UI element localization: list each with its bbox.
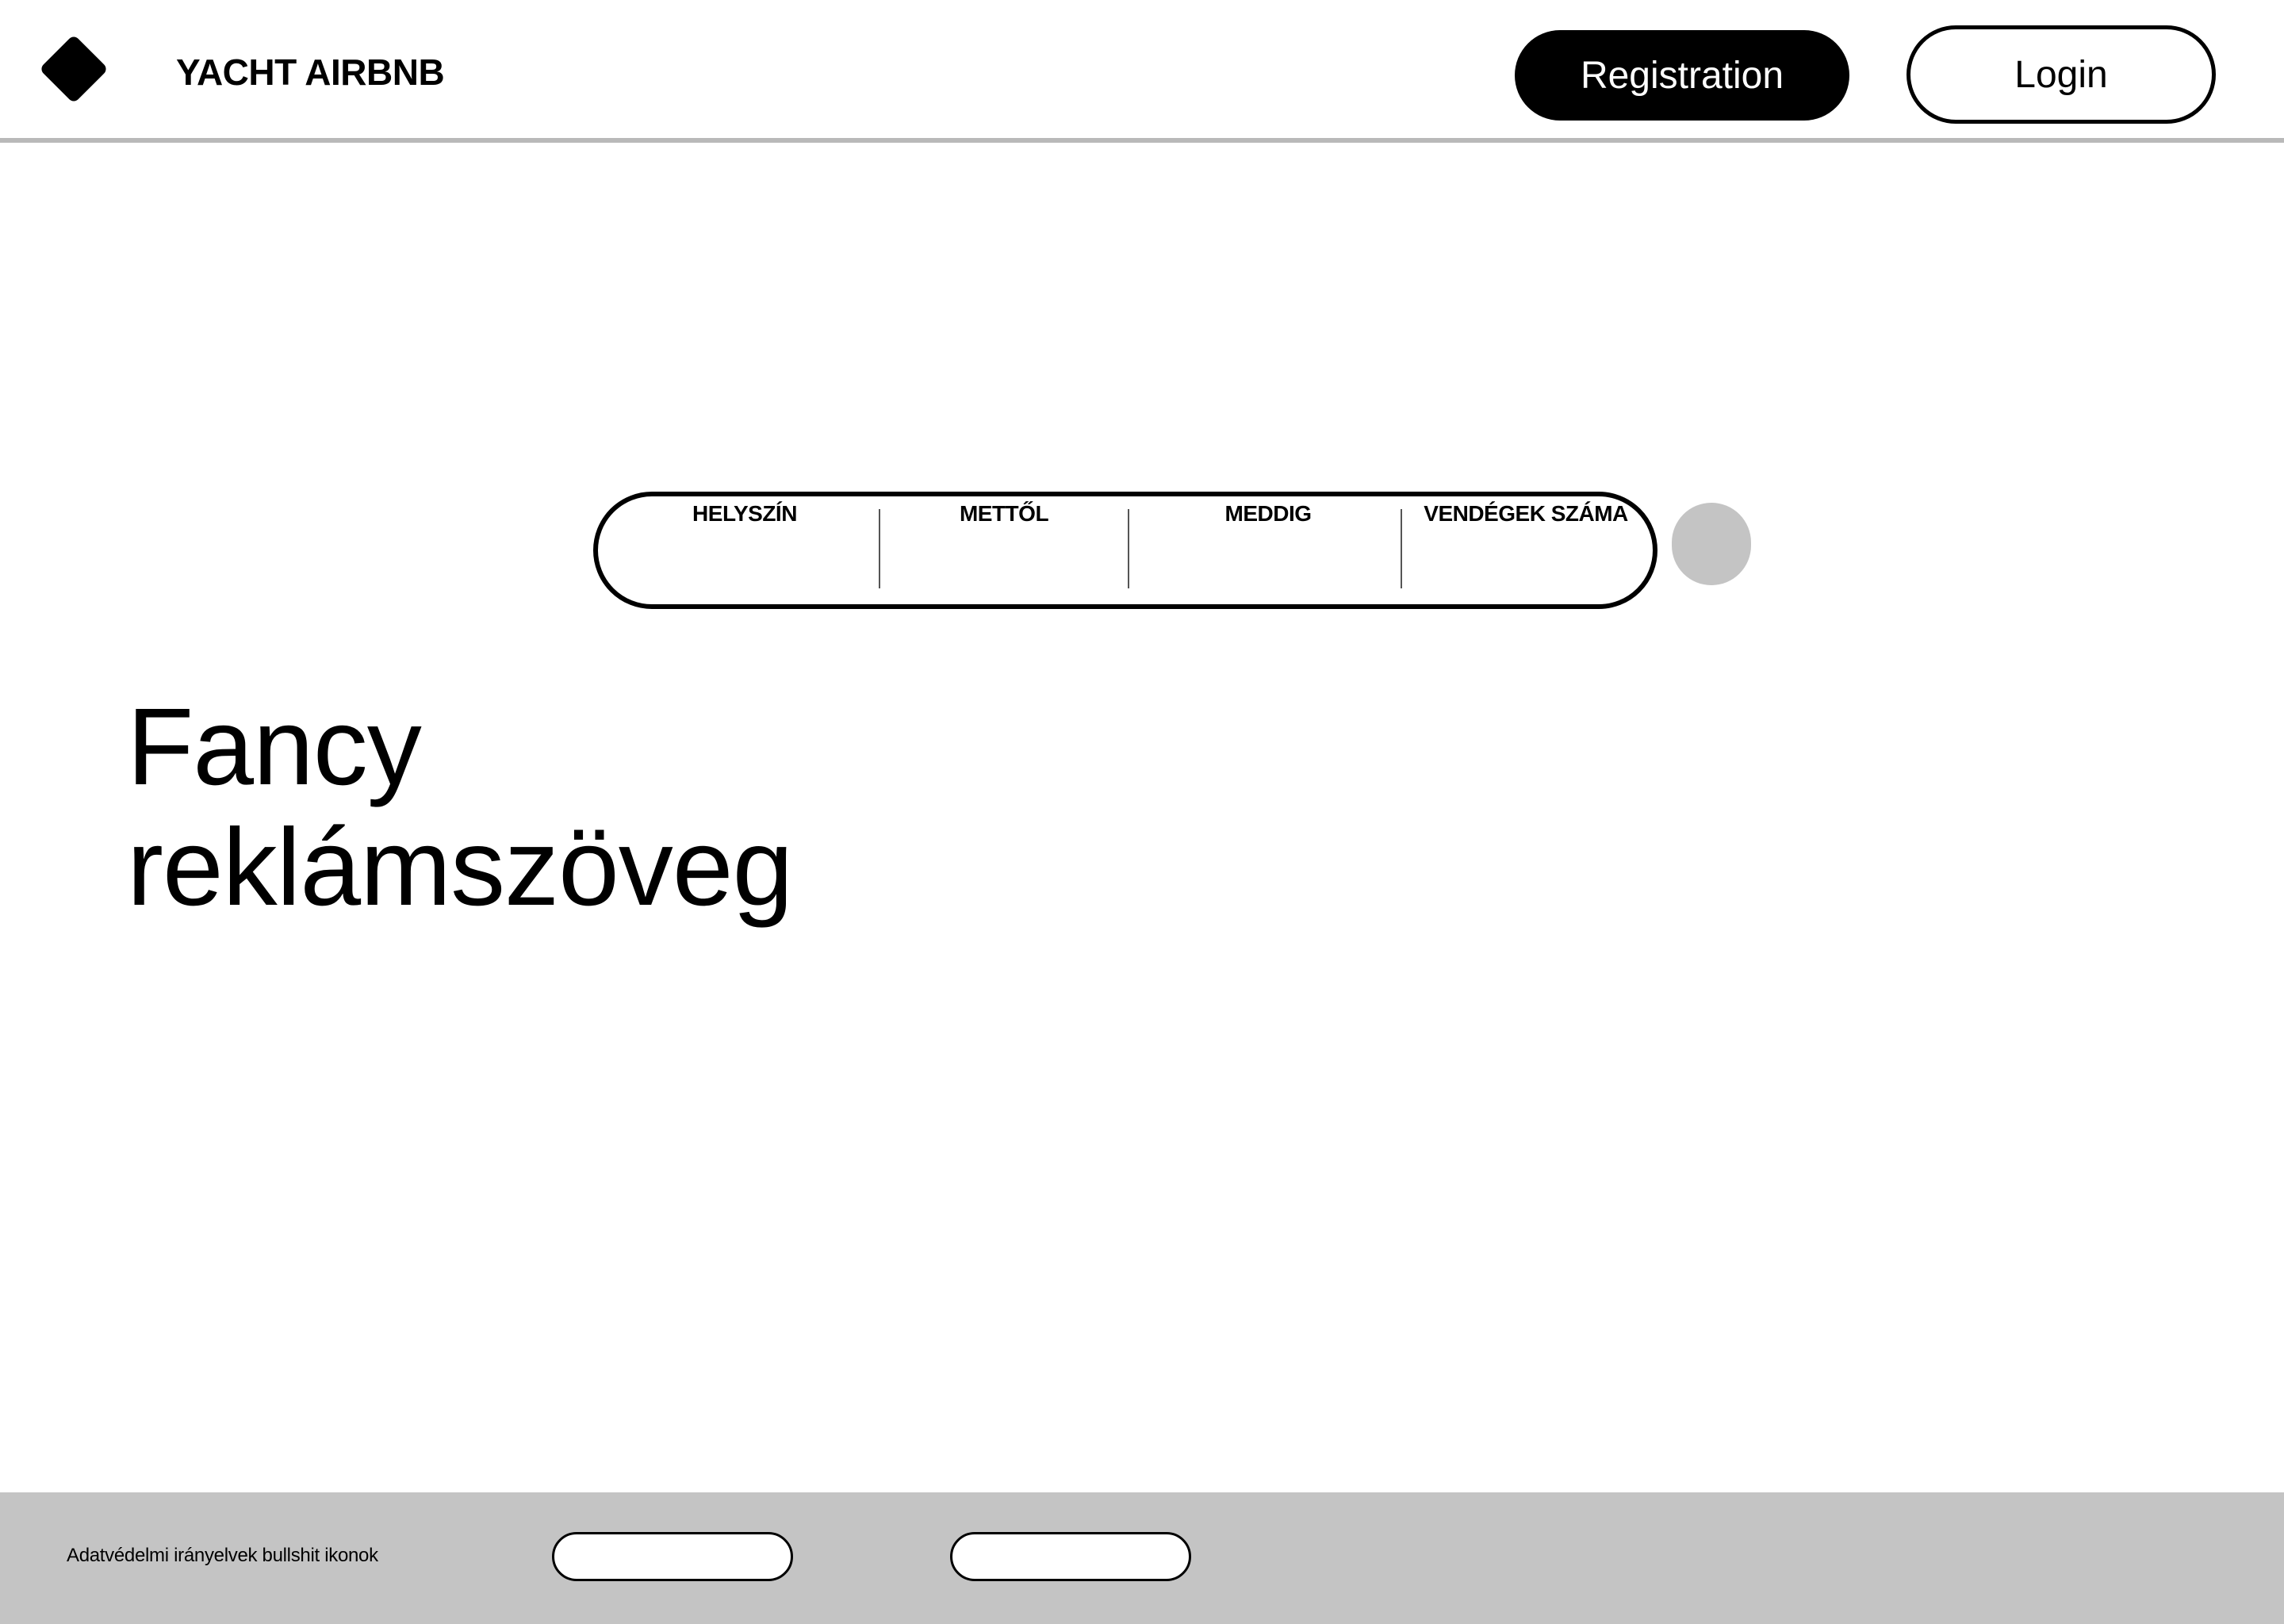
footer-text: Adatvédelmi irányelvek bullshit ikonok bbox=[67, 1545, 378, 1566]
search-divider bbox=[1128, 509, 1129, 588]
registration-button[interactable]: Registration bbox=[1515, 30, 1849, 121]
search-divider bbox=[1401, 509, 1402, 588]
footer-pill-button[interactable] bbox=[950, 1532, 1191, 1581]
search-field-label: MEDDIG bbox=[1224, 501, 1313, 526]
footer: Adatvédelmi irányelvek bullshit ikonok bbox=[0, 1492, 2284, 1624]
top-navigation-bar: YACHT AIRBNB Registration Login bbox=[0, 0, 2284, 143]
search-divider bbox=[879, 509, 880, 588]
diamond-logo-icon[interactable] bbox=[32, 27, 116, 111]
search-field-label: HELYSZÍN bbox=[692, 501, 797, 526]
search-field-label: VENDÉGEK SZÁMA bbox=[1424, 501, 1628, 526]
login-button[interactable]: Login bbox=[1907, 25, 2216, 124]
search-field-label: METTŐL bbox=[959, 501, 1049, 526]
brand-name: YACHT AIRBNB bbox=[176, 52, 445, 93]
footer-pill-button[interactable] bbox=[552, 1532, 793, 1581]
hero-line: reklámszöveg bbox=[127, 806, 793, 929]
search-field-guests[interactable]: VENDÉGEK SZÁMA bbox=[1407, 496, 1645, 604]
search-bar: HELYSZÍN METTŐL MEDDIG VENDÉGEK SZÁMA bbox=[593, 492, 1657, 609]
hero-headline: Fancy reklámszöveg bbox=[127, 686, 793, 929]
search-field-to[interactable]: MEDDIG bbox=[1134, 496, 1402, 604]
search-field-location[interactable]: HELYSZÍN bbox=[646, 496, 844, 604]
search-field-from[interactable]: METTŐL bbox=[885, 496, 1123, 604]
search-button[interactable] bbox=[1672, 503, 1751, 585]
hero-line: Fancy bbox=[127, 686, 422, 808]
